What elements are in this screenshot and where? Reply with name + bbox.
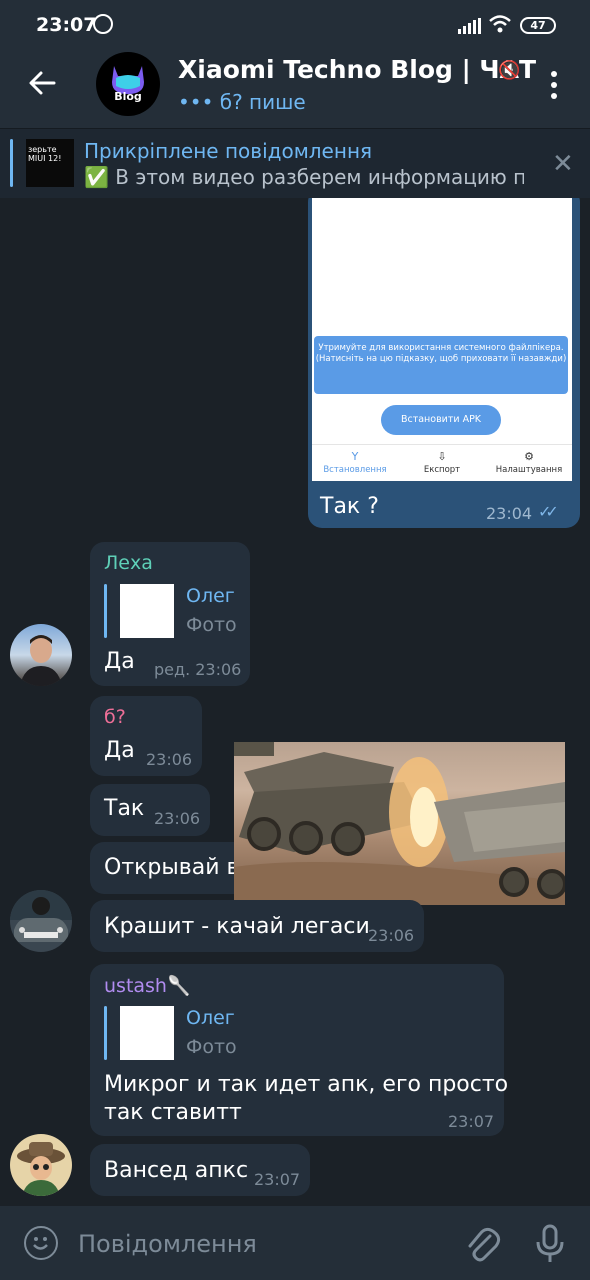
reply-name[interactable]: Олег <box>186 585 235 607</box>
pinned-title: Прикріплене повідомлення <box>84 139 373 163</box>
outgoing-text: Так ? <box>320 494 379 519</box>
user-avatar[interactable] <box>10 1134 72 1196</box>
blog-logo-icon <box>112 66 144 94</box>
pinned-message[interactable]: зерьте MIUI 12! Прикріплене повідомлення… <box>0 128 590 198</box>
double-check-icon: ✓✓ <box>538 502 559 521</box>
status-bar: 23:07 47 <box>0 0 590 50</box>
message-list[interactable]: Утримуйте для використання системного фа… <box>0 198 590 1206</box>
emoji-icon[interactable] <box>24 1226 58 1260</box>
typing-status: ••• б? пише <box>178 90 306 114</box>
more-menu-icon[interactable] <box>545 68 563 100</box>
reply-bar <box>104 584 107 638</box>
pinned-thumbnail: зерьте MIUI 12! <box>26 139 74 187</box>
attach-icon[interactable] <box>462 1224 502 1264</box>
message-text: Да <box>104 649 135 674</box>
message-text-line1: Микрог и так идет апк, его просто <box>104 1072 509 1097</box>
reply-subtitle: Фото <box>186 614 237 636</box>
avatar-label: Blog <box>114 90 142 103</box>
message-time: 23:07 <box>448 1112 495 1131</box>
reply-thumbnail <box>120 584 174 638</box>
message-time: ред. 23:06 <box>154 660 242 679</box>
reply-bar <box>104 1006 107 1060</box>
close-pinned-icon[interactable]: ✕ <box>552 149 574 179</box>
wifi-icon <box>489 15 511 33</box>
screenshot-tabs: Y Встановлення ⇩ Експорт ⚙ Налаштування <box>312 444 572 481</box>
screenshot-tip: Утримуйте для використання системного фа… <box>314 336 568 394</box>
message-text: Так <box>104 796 145 821</box>
tank-picture <box>234 742 565 905</box>
screenshot-tab-export: ⇩ Експорт <box>423 450 461 475</box>
alarm-icon <box>93 14 113 34</box>
pinned-text: ✅ В этом видео разберем информацию п... <box>84 165 524 189</box>
message-time: 23:06 <box>368 926 415 945</box>
sender-name[interactable]: ustash🥄 <box>104 974 191 997</box>
user-avatar[interactable] <box>10 624 72 686</box>
chat-title[interactable]: Xiaomi Techno Blog | ЧАТ <box>178 55 536 84</box>
status-time: 23:07 <box>36 14 97 36</box>
signal-icon <box>458 18 481 34</box>
message-input[interactable]: Повідомлення <box>78 1230 257 1258</box>
screenshot-image[interactable]: Утримуйте для використання системного фа… <box>312 198 572 481</box>
message-time: 23:06 <box>146 750 193 769</box>
message-text: Крашит - качай легаси <box>104 914 370 939</box>
chat-header: Blog Xiaomi Techno Blog | ЧАТ 🔇 ••• б? п… <box>0 50 590 128</box>
message-time: 23:06 <box>154 809 201 828</box>
mute-icon: 🔇 <box>498 60 521 81</box>
back-arrow-icon[interactable] <box>26 66 60 100</box>
car-avatar-icon <box>10 890 72 942</box>
message-text-line2: так ставитт <box>104 1100 242 1125</box>
message-text: Вансед апкс <box>104 1158 249 1183</box>
screenshot-install-button: Встановити APK <box>381 405 501 435</box>
message-input-bar: Повідомлення <box>0 1206 590 1280</box>
message-text: Да <box>104 738 135 763</box>
message-time: 23:07 <box>254 1170 301 1189</box>
chat-avatar[interactable]: Blog <box>96 52 160 116</box>
reply-name[interactable]: Олег <box>186 1007 235 1029</box>
screenshot-tab-install: Y Встановлення <box>323 450 387 475</box>
user-avatar[interactable] <box>10 890 72 952</box>
message-text: Открывай в <box>104 855 240 880</box>
screenshot-tab-settings: ⚙ Налаштування <box>495 450 563 475</box>
cowboy-avatar-icon <box>17 1142 65 1196</box>
sender-name[interactable]: Леха <box>104 552 153 574</box>
battery-indicator: 47 <box>520 17 556 34</box>
tank-image[interactable] <box>234 742 565 905</box>
microphone-icon[interactable] <box>532 1224 568 1264</box>
reply-subtitle: Фото <box>186 1036 237 1058</box>
reply-thumbnail <box>120 1006 174 1060</box>
sender-name[interactable]: б? <box>104 706 126 728</box>
outgoing-time: 23:04 <box>486 504 533 523</box>
person-avatar-icon <box>20 635 62 686</box>
pinned-accent-bar <box>10 139 13 187</box>
